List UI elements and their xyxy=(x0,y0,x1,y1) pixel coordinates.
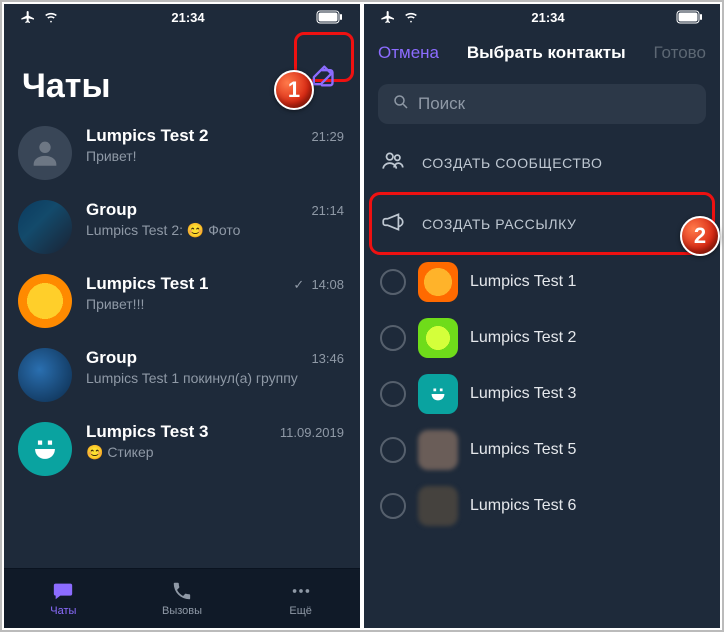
wifi-icon xyxy=(402,10,420,24)
chat-name: Lumpics Test 2 xyxy=(86,126,209,146)
avatar xyxy=(18,348,72,402)
avatar xyxy=(418,262,458,302)
chat-preview: Привет! xyxy=(86,148,344,164)
option-label: СОЗДАТЬ СООБЩЕСТВО xyxy=(422,155,603,171)
avatar xyxy=(418,430,458,470)
tab-more[interactable]: Ещё xyxy=(241,569,360,628)
tab-label: Чаты xyxy=(50,605,76,617)
avatar xyxy=(18,422,72,476)
phone-right: 21:34 Отмена Выбрать контакты Готово Пои… xyxy=(364,4,720,628)
page-title: Чаты xyxy=(22,67,111,106)
tab-chats[interactable]: Чаты xyxy=(4,569,123,628)
modal-title: Выбрать контакты xyxy=(467,43,626,63)
contact-name: Lumpics Test 6 xyxy=(470,497,576,515)
radio-unchecked-icon[interactable] xyxy=(380,269,406,295)
chat-name: Group xyxy=(86,348,137,368)
tab-calls[interactable]: Вызовы xyxy=(123,569,242,628)
contact-name: Lumpics Test 5 xyxy=(470,441,576,459)
radio-unchecked-icon[interactable] xyxy=(380,381,406,407)
status-time: 21:34 xyxy=(171,10,204,25)
status-time: 21:34 xyxy=(531,10,564,25)
statusbar: 21:34 xyxy=(364,4,720,30)
avatar xyxy=(418,318,458,358)
contact-row[interactable]: Lumpics Test 3 xyxy=(364,366,720,422)
tab-label: Ещё xyxy=(289,605,312,617)
callout-badge-1: 1 xyxy=(274,70,314,110)
community-icon xyxy=(380,148,406,177)
contacts-list: Lumpics Test 1 Lumpics Test 2 Lumpics Te… xyxy=(364,254,720,534)
chat-name: Lumpics Test 3 xyxy=(86,422,209,442)
avatar-placeholder-icon xyxy=(18,126,72,180)
chat-preview: Lumpics Test 2: 😊 Фото xyxy=(86,222,344,239)
tab-label: Вызовы xyxy=(162,605,202,617)
radio-unchecked-icon[interactable] xyxy=(380,325,406,351)
chat-time: 21:14 xyxy=(311,203,344,218)
battery-icon xyxy=(676,10,704,24)
create-community-option[interactable]: СОЗДАТЬ СООБЩЕСТВО xyxy=(364,132,720,193)
search-input[interactable]: Поиск xyxy=(378,84,706,124)
contact-name: Lumpics Test 2 xyxy=(470,329,576,347)
chat-list: Lumpics Test 2 21:29 Привет! Group 21:14… xyxy=(4,116,360,568)
cancel-button[interactable]: Отмена xyxy=(378,43,439,63)
chat-name: Group xyxy=(86,200,137,220)
tab-bar: Чаты Вызовы Ещё xyxy=(4,568,360,628)
radio-unchecked-icon[interactable] xyxy=(380,493,406,519)
search-placeholder: Поиск xyxy=(418,94,465,114)
search-icon xyxy=(392,93,410,116)
contact-row[interactable]: Lumpics Test 2 xyxy=(364,310,720,366)
chat-row[interactable]: Lumpics Test 2 21:29 Привет! xyxy=(4,116,360,190)
avatar xyxy=(418,486,458,526)
avatar xyxy=(418,374,458,414)
avatar xyxy=(18,200,72,254)
chat-time: 21:29 xyxy=(311,129,344,144)
contact-name: Lumpics Test 3 xyxy=(470,385,576,403)
chat-time: 11.09.2019 xyxy=(280,425,344,440)
chat-preview: Привет!!! xyxy=(86,296,344,312)
create-broadcast-option[interactable]: СОЗДАТЬ РАССЫЛКУ xyxy=(370,193,714,254)
contact-row[interactable]: Lumpics Test 6 xyxy=(364,478,720,534)
contact-row[interactable]: Lumpics Test 5 xyxy=(364,422,720,478)
contact-name: Lumpics Test 1 xyxy=(470,273,576,291)
chat-row[interactable]: Group 21:14 Lumpics Test 2: 😊 Фото xyxy=(4,190,360,264)
battery-icon xyxy=(316,10,344,24)
chat-preview: 😊 Стикер xyxy=(86,444,344,461)
contact-row[interactable]: Lumpics Test 1 xyxy=(364,254,720,310)
avatar xyxy=(18,274,72,328)
chat-row[interactable]: Lumpics Test 1 ✓ 14:08 Привет!!! xyxy=(4,264,360,338)
modal-header: Отмена Выбрать контакты Готово xyxy=(364,30,720,76)
done-button[interactable]: Готово xyxy=(653,43,706,63)
chat-row[interactable]: Group 13:46 Lumpics Test 1 покинул(а) гр… xyxy=(4,338,360,412)
option-label: СОЗДАТЬ РАССЫЛКУ xyxy=(422,216,577,232)
chat-name: Lumpics Test 1 xyxy=(86,274,209,294)
airplane-mode-icon xyxy=(20,9,36,25)
callout-badge-2: 2 xyxy=(680,216,720,256)
wifi-icon xyxy=(42,10,60,24)
chat-preview: Lumpics Test 1 покинул(а) группу xyxy=(86,370,344,386)
megaphone-icon xyxy=(380,209,406,238)
airplane-mode-icon xyxy=(380,9,396,25)
chat-row[interactable]: Lumpics Test 3 11.09.2019 😊 Стикер xyxy=(4,412,360,486)
chat-time: 13:46 xyxy=(311,351,344,366)
chat-time: ✓ 14:08 xyxy=(293,277,344,293)
statusbar: 21:34 xyxy=(4,4,360,30)
radio-unchecked-icon[interactable] xyxy=(380,437,406,463)
